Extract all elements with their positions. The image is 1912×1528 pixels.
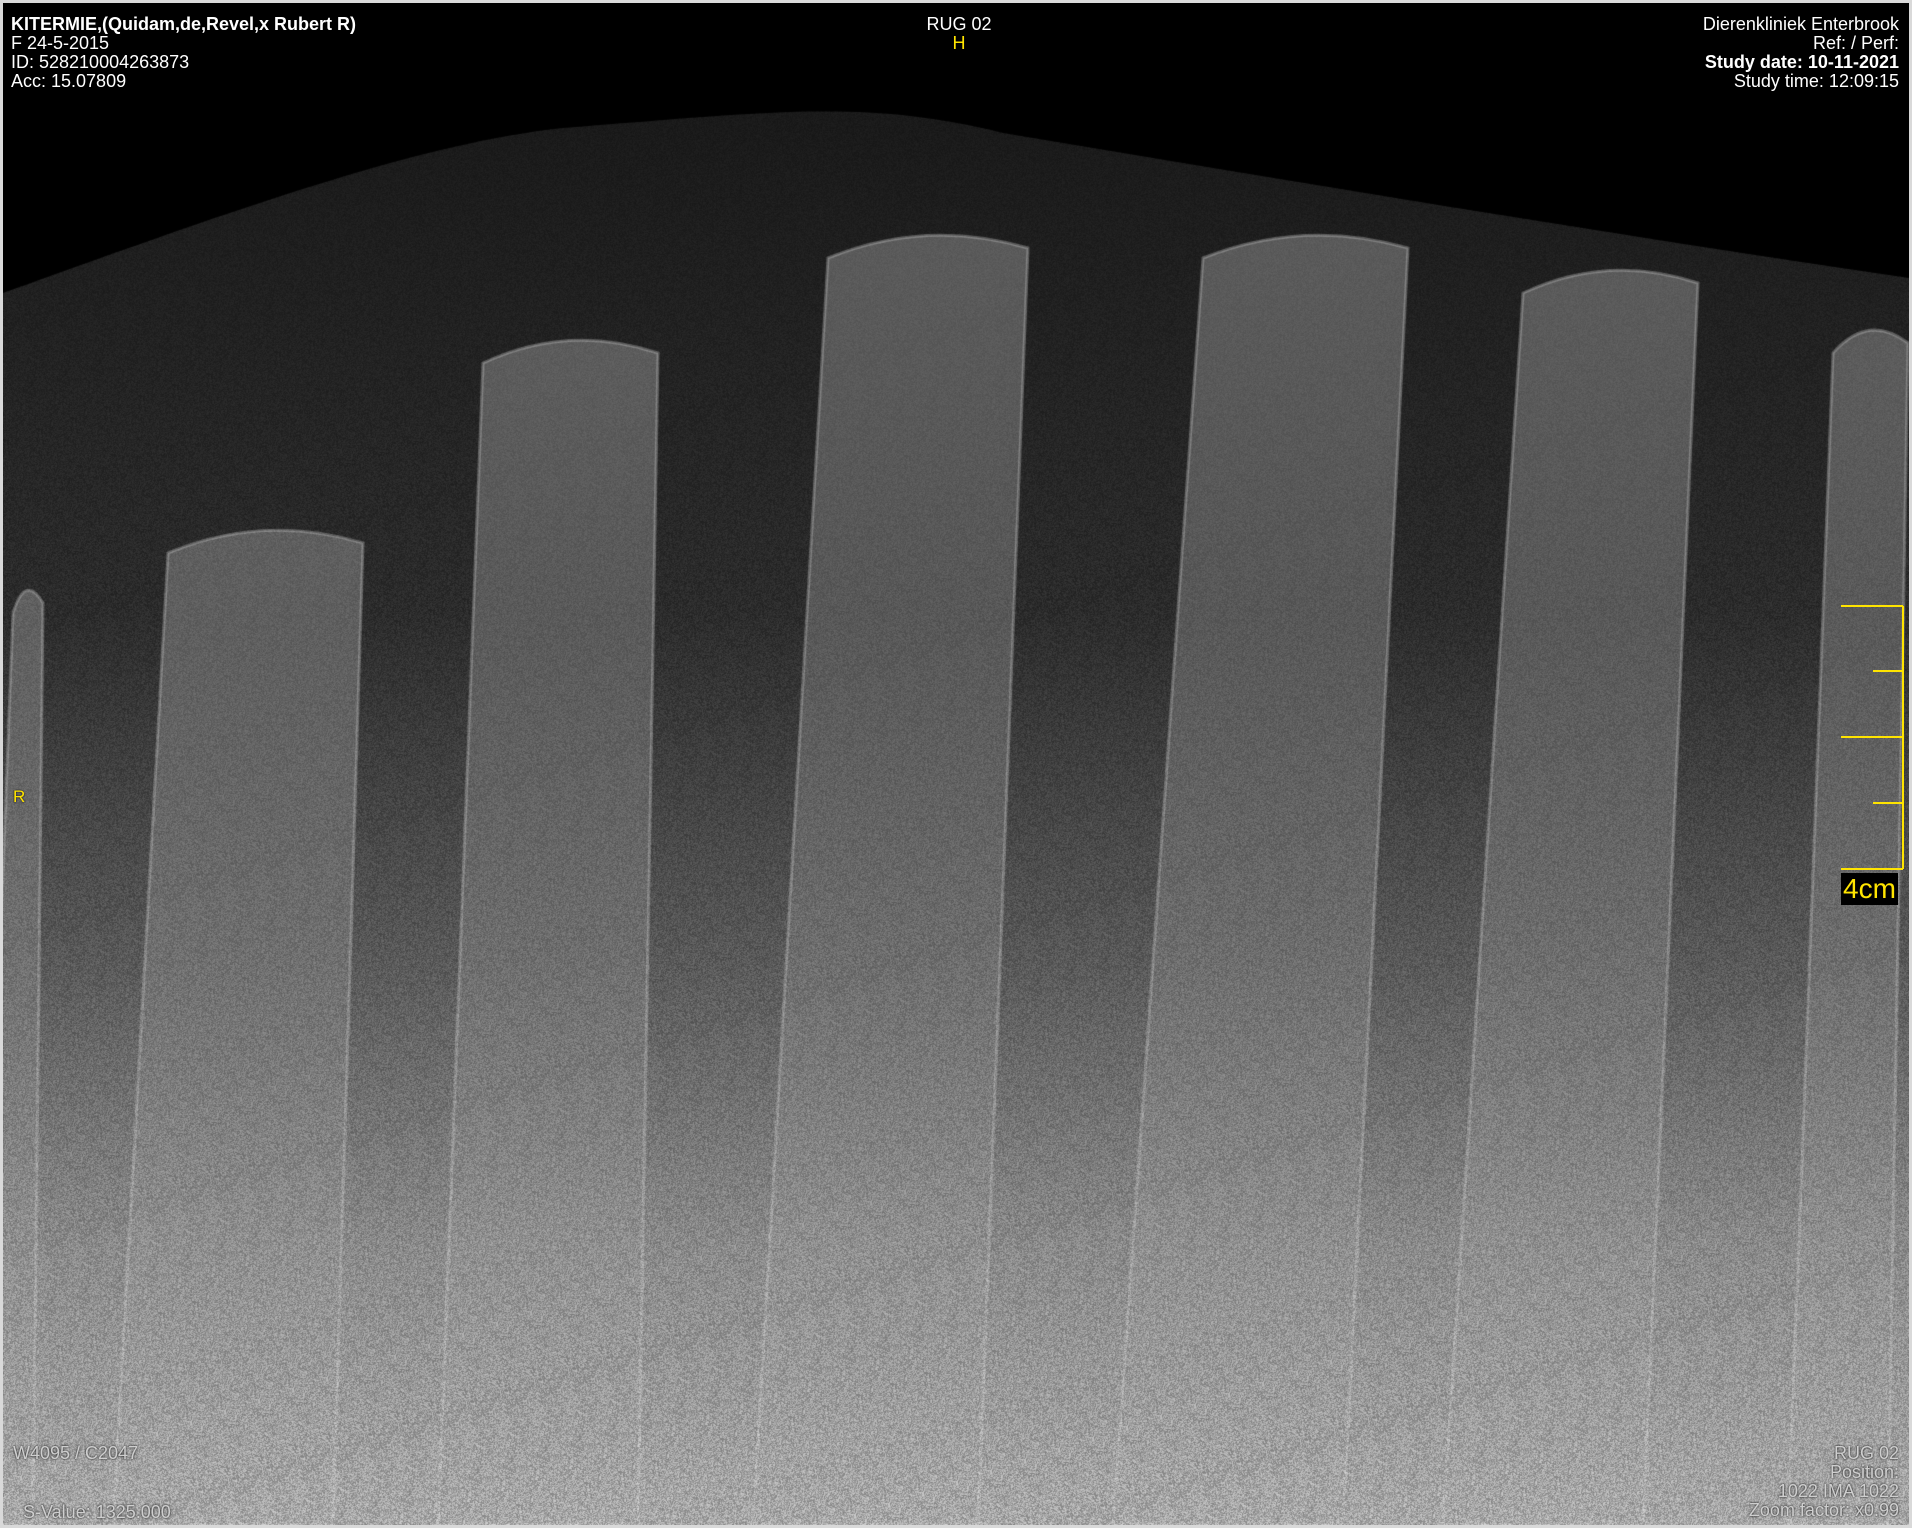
series-header: RUG 02 H [3,14,1909,53]
s-value: S-Value: 1325.000 [23,1502,171,1522]
image-index: 1022 IMA 1022 [1777,1481,1899,1501]
zoom-factor: Zoom factor: x0.99 [1748,1500,1899,1520]
referring-info: Ref: / Perf: [1812,33,1899,53]
study-info: Dierenkliniek Enterbrook Ref: / Perf: St… [1703,15,1899,91]
window-level: W4095 / C2047 [13,1443,139,1463]
orientation-left-marker: R [13,787,26,806]
orientation-top-marker: H [952,33,966,53]
study-date: Study date: 10-11-2021 [1704,52,1899,72]
scale-ruler [1841,605,1904,870]
scale-label: 4cm [1841,873,1898,905]
image-info: RUG 02 Position: 1022 IMA 1022 Zoom fact… [1749,1444,1899,1520]
patient-id: ID: 528210004263873 [11,52,190,72]
study-time: Study time: 12:09:15 [1733,71,1899,91]
series-name: RUG 02 [1833,1443,1899,1463]
series-title: RUG 02 [926,14,992,34]
accession-number: Acc: 15.07809 [11,71,127,91]
clinic-name: Dierenkliniek Enterbrook [1702,14,1899,34]
dicom-viewport[interactable]: 4cm KITERMIE,(Quidam,de,Revel,x Rubert R… [0,0,1912,1528]
position-label: Position: [1829,1462,1899,1482]
